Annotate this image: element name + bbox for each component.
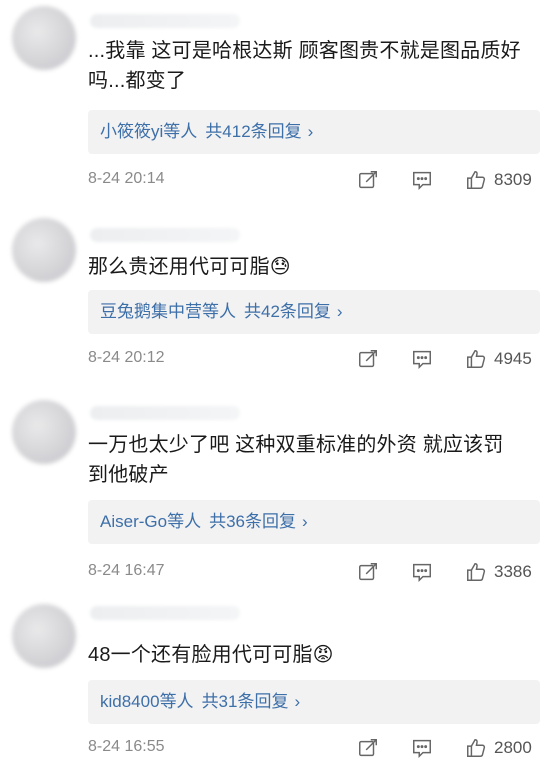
comment-icon[interactable]	[410, 560, 434, 584]
comment-meta: 8-24 20:14 8309	[88, 168, 540, 194]
reply-summary[interactable]: Aiser-Go等人 共36条回复 ›	[88, 500, 540, 544]
reply-user-suffix: 等人	[159, 692, 194, 711]
chevron-right-icon: ›	[307, 122, 314, 141]
comment-item: 48一个还有脸用代可可脂😡 kid8400等人 共31条回复 › 8-24 16:5…	[0, 596, 550, 770]
reply-count[interactable]: 共31条回复	[202, 692, 289, 711]
chevron-right-icon: ›	[294, 692, 301, 711]
comment-item: ...我靠 这可是哈根达斯 顾客图贵不就是图品质好 吗...都变了 小筱筱yi等…	[0, 0, 550, 205]
comment-text: ...我靠 这可是哈根达斯 顾客图贵不就是图品质好 吗...都变了	[88, 36, 536, 96]
comment-meta: 8-24 16:47 3386	[88, 560, 540, 586]
reply-summary[interactable]: kid8400等人 共31条回复 ›	[88, 680, 540, 724]
thumbs-up-icon[interactable]	[464, 168, 488, 192]
reply-summary-text: 豆兔鹅集中营等人 共42条回复 ›	[100, 300, 343, 324]
comment-item: 一万也太少了吧 这种双重标准的外资 就应该罚 到他破产 Aiser-Go等人 共3…	[0, 392, 550, 592]
comment-text: 那么贵还用代可可脂😓	[88, 252, 536, 282]
comment-text-line: 吗...都变了	[88, 70, 187, 92]
like-count: 8309	[494, 170, 532, 189]
comment-meta: 8-24 16:55 2800	[88, 736, 540, 762]
thumbs-up-icon[interactable]	[464, 347, 488, 371]
reply-summary[interactable]: 豆兔鹅集中营等人 共42条回复 ›	[88, 290, 540, 334]
reply-summary-text: kid8400等人 共31条回复 ›	[100, 690, 300, 714]
comment-text-line: 一万也太少了吧 这种双重标准的外资 就应该罚	[88, 434, 504, 456]
share-icon[interactable]	[356, 560, 380, 584]
timestamp: 8-24 20:12	[88, 349, 165, 366]
comment-meta: 8-24 20:12 4945	[88, 347, 540, 373]
username-blurred[interactable]	[90, 228, 240, 242]
comment-text: 一万也太少了吧 这种双重标准的外资 就应该罚 到他破产	[88, 430, 536, 490]
share-icon[interactable]	[356, 347, 380, 371]
like-count: 4945	[494, 349, 532, 368]
chevron-right-icon: ›	[336, 302, 343, 321]
reply-user[interactable]: 小筱筱yi	[100, 122, 163, 141]
comment-text-line: ...我靠 这可是哈根达斯 顾客图贵不就是图品质好	[88, 40, 521, 62]
reply-count[interactable]: 共412条回复	[205, 122, 301, 141]
comment-item: 那么贵还用代可可脂😓 豆兔鹅集中营等人 共42条回复 › 8-24 20:12 49…	[0, 210, 550, 390]
reply-user-suffix: 等人	[202, 302, 236, 321]
username-blurred[interactable]	[90, 14, 240, 28]
reply-user-suffix: 等人	[167, 512, 202, 531]
timestamp: 8-24 16:47	[88, 562, 165, 579]
comment-text-line: 到他破产	[88, 464, 169, 486]
timestamp: 8-24 20:14	[88, 170, 165, 187]
reply-user[interactable]: kid8400	[100, 692, 160, 711]
avatar[interactable]	[12, 604, 76, 668]
like-count: 2800	[494, 738, 532, 757]
timestamp: 8-24 16:55	[88, 738, 165, 755]
like-count: 3386	[494, 562, 532, 581]
reply-count[interactable]: 共42条回复	[244, 302, 331, 321]
reply-count[interactable]: 共36条回复	[209, 512, 296, 531]
reply-summary[interactable]: 小筱筱yi等人 共412条回复 ›	[88, 110, 540, 154]
username-blurred[interactable]	[90, 406, 240, 420]
reply-user[interactable]: Aiser-Go	[100, 512, 167, 531]
chevron-right-icon: ›	[302, 512, 308, 531]
avatar[interactable]	[12, 6, 76, 70]
reply-user[interactable]: 豆兔鹅集中营	[100, 302, 202, 321]
avatar[interactable]	[12, 218, 76, 282]
comment-text-line: 48一个还有脸用代可可脂😡	[88, 644, 334, 666]
reply-user-suffix: 等人	[163, 122, 198, 141]
share-icon[interactable]	[356, 168, 380, 192]
comment-icon[interactable]	[410, 736, 434, 760]
avatar[interactable]	[12, 400, 76, 464]
thumbs-up-icon[interactable]	[464, 560, 488, 584]
comment-text: 48一个还有脸用代可可脂😡	[88, 640, 536, 670]
comment-icon[interactable]	[410, 168, 434, 192]
comment-text-line: 那么贵还用代可可脂😓	[88, 256, 291, 278]
comment-icon[interactable]	[410, 347, 434, 371]
reply-summary-text: Aiser-Go等人 共36条回复 ›	[100, 510, 308, 534]
share-icon[interactable]	[356, 736, 380, 760]
reply-summary-text: 小筱筱yi等人 共412条回复 ›	[100, 120, 313, 144]
username-blurred[interactable]	[90, 606, 240, 620]
thumbs-up-icon[interactable]	[464, 736, 488, 760]
